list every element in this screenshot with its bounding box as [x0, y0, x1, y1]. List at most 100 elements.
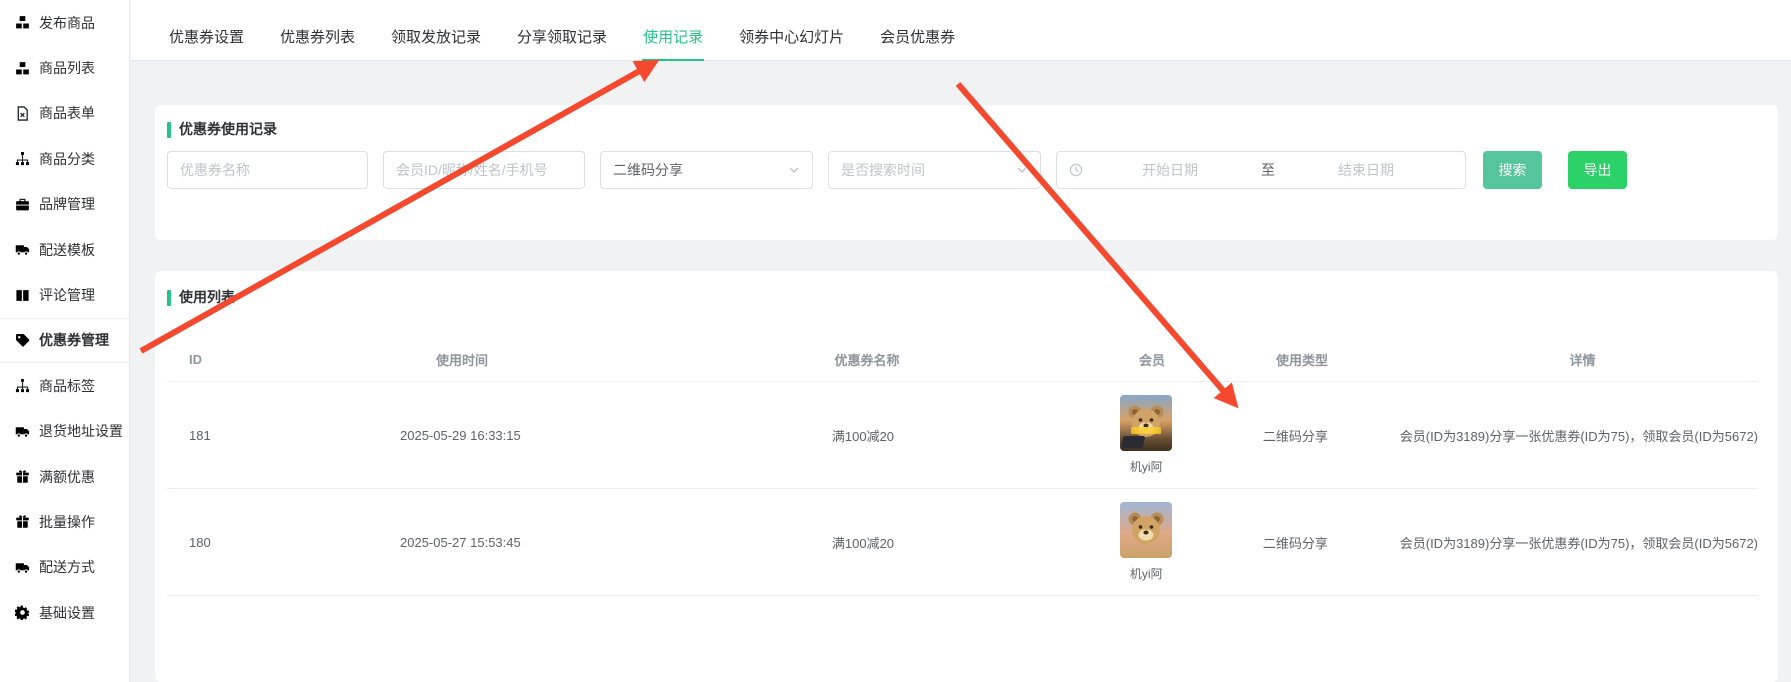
- cell-coupon-name: 满100减20: [624, 533, 1101, 552]
- sidebar: 发布商品 商品列表 商品表单 商品分类 品牌管理 配送模板 评论管理 优惠券管理…: [0, 0, 130, 682]
- start-date-placeholder: 开始日期: [1083, 160, 1257, 180]
- cell-use-time: 2025-05-29 16:33:15: [296, 428, 624, 443]
- search-button[interactable]: 搜索: [1483, 151, 1542, 189]
- clock-icon: [1069, 163, 1083, 177]
- chevron-down-icon: [1016, 164, 1028, 176]
- table-section-title-text: 使用列表: [179, 289, 235, 306]
- cell-detail: 会员(ID为3189)分享一张优惠券(ID为75)，领取会员(ID为5672): [1400, 533, 1758, 552]
- sidebar-item-label: 评论管理: [39, 285, 95, 305]
- tab-1[interactable]: 优惠券列表: [279, 16, 356, 61]
- table-section-title: 使用列表: [167, 289, 1758, 306]
- coupon-admin-app: 发布商品 商品列表 商品表单 商品分类 品牌管理 配送模板 评论管理 优惠券管理…: [0, 0, 1791, 682]
- tab-4[interactable]: 使用记录: [642, 16, 704, 61]
- tab-5[interactable]: 领券中心幻灯片: [738, 16, 845, 61]
- sidebar-item-label: 商品表单: [39, 103, 95, 123]
- gift-icon: [15, 514, 30, 529]
- sidebar-item-4[interactable]: 品牌管理: [0, 182, 129, 227]
- cell-member: 机yi阿: [1102, 502, 1191, 582]
- sitemap-icon: [15, 151, 30, 166]
- gift-icon: [15, 469, 30, 484]
- tab-2[interactable]: 领取发放记录: [390, 16, 482, 61]
- tab-0[interactable]: 优惠券设置: [168, 16, 245, 61]
- cell-use-type: 二维码分享: [1191, 533, 1400, 552]
- table-row: 180 2025-05-27 15:53:45 满100减20 机yi阿 二维码…: [167, 489, 1758, 596]
- column-header-3: 会员: [1107, 350, 1197, 369]
- sidebar-item-13[interactable]: 基础设置: [0, 590, 129, 635]
- member-nickname: 机yi阿: [1130, 458, 1163, 475]
- sidebar-item-0[interactable]: 发布商品: [0, 0, 129, 45]
- sidebar-item-11[interactable]: 批量操作: [0, 499, 129, 544]
- sidebar-item-label: 商品分类: [39, 149, 95, 169]
- chevron-down-icon: [788, 164, 800, 176]
- sidebar-item-label: 商品标签: [39, 376, 95, 396]
- section-title-bar: [167, 122, 171, 138]
- cell-member: 机yi阿: [1102, 395, 1191, 475]
- end-date-placeholder: 结束日期: [1279, 160, 1453, 180]
- file-icon: [15, 106, 30, 121]
- sidebar-item-label: 基础设置: [39, 603, 95, 623]
- sidebar-item-5[interactable]: 配送模板: [0, 227, 129, 272]
- tag-icon: [15, 333, 30, 348]
- column-header-5: 详情: [1407, 350, 1758, 369]
- cell-coupon-name: 满100减20: [624, 426, 1101, 445]
- cubes-icon: [15, 15, 30, 30]
- filter-section-title-text: 优惠券使用记录: [179, 121, 277, 138]
- sidebar-item-label: 品牌管理: [39, 194, 95, 214]
- column-header-4: 使用类型: [1197, 350, 1407, 369]
- cell-use-time: 2025-05-27 15:53:45: [296, 535, 624, 550]
- sidebar-item-3[interactable]: 商品分类: [0, 136, 129, 181]
- sidebar-item-label: 批量操作: [39, 512, 95, 532]
- truck-icon: [15, 560, 30, 575]
- briefcase-icon: [15, 197, 30, 212]
- tab-6[interactable]: 会员优惠券: [879, 16, 956, 61]
- cubes-icon: [15, 61, 30, 76]
- sidebar-item-label: 配送模板: [39, 240, 95, 260]
- filter-row: 二维码分享 是否搜索时间 开始日期 至 结束日期 搜索 导出: [167, 151, 1764, 189]
- export-button[interactable]: 导出: [1568, 151, 1627, 189]
- gear-icon: [15, 605, 30, 620]
- column-header-2: 优惠券名称: [627, 350, 1107, 369]
- coupon-name-input[interactable]: [167, 151, 368, 189]
- member-search-input[interactable]: [383, 151, 585, 189]
- section-title-bar: [167, 290, 171, 306]
- date-to-label: 至: [1257, 160, 1279, 180]
- sitemap-icon: [15, 378, 30, 393]
- member-avatar: [1120, 502, 1172, 558]
- column-header-0: ID: [167, 352, 297, 367]
- sidebar-item-6[interactable]: 评论管理: [0, 272, 129, 317]
- sidebar-item-label: 发布商品: [39, 13, 95, 33]
- cell-id: 181: [167, 428, 296, 443]
- member-nickname: 机yi阿: [1130, 565, 1163, 582]
- usage-list-card: 使用列表 ID使用时间优惠券名称会员使用类型详情 181 2025-05-29 …: [155, 271, 1778, 682]
- truck-icon: [15, 242, 30, 257]
- table-row: 181 2025-05-29 16:33:15 满100减20 机yi阿 二维码…: [167, 382, 1758, 489]
- filter-section-title: 优惠券使用记录: [167, 121, 1764, 138]
- table-body: 181 2025-05-29 16:33:15 满100减20 机yi阿 二维码…: [167, 382, 1758, 596]
- time-search-select[interactable]: 是否搜索时间: [828, 151, 1041, 189]
- sidebar-item-9[interactable]: 退货地址设置: [0, 409, 129, 454]
- column-header-1: 使用时间: [297, 350, 627, 369]
- filter-card: 优惠券使用记录 二维码分享 是否搜索时间 开始日期 至 结束日期 搜索 导出: [155, 105, 1778, 240]
- sidebar-item-7[interactable]: 优惠券管理: [0, 318, 129, 363]
- book-icon: [15, 288, 30, 303]
- sidebar-item-label: 商品列表: [39, 58, 95, 78]
- truck-icon: [15, 424, 30, 439]
- usage-table: ID使用时间优惠券名称会员使用类型详情 181 2025-05-29 16:33…: [167, 338, 1758, 596]
- date-range-picker[interactable]: 开始日期 至 结束日期: [1056, 151, 1466, 189]
- sidebar-item-1[interactable]: 商品列表: [0, 45, 129, 90]
- sidebar-item-12[interactable]: 配送方式: [0, 545, 129, 590]
- cell-detail: 会员(ID为3189)分享一张优惠券(ID为75)，领取会员(ID为5672): [1400, 426, 1758, 445]
- sidebar-item-2[interactable]: 商品表单: [0, 91, 129, 136]
- share-type-select[interactable]: 二维码分享: [600, 151, 813, 189]
- sidebar-item-10[interactable]: 满额优惠: [0, 454, 129, 499]
- time-search-select-placeholder: 是否搜索时间: [841, 160, 925, 180]
- sidebar-item-label: 优惠券管理: [39, 330, 109, 350]
- tab-3[interactable]: 分享领取记录: [516, 16, 608, 61]
- tabs-bar: 优惠券设置 优惠券列表 领取发放记录 分享领取记录 使用记录 领券中心幻灯片 会…: [131, 0, 1791, 61]
- sidebar-item-label: 配送方式: [39, 557, 95, 577]
- cell-id: 180: [167, 535, 296, 550]
- sidebar-item-8[interactable]: 商品标签: [0, 363, 129, 408]
- member-avatar: [1120, 395, 1172, 451]
- share-type-select-value: 二维码分享: [613, 160, 683, 180]
- sidebar-item-label: 退货地址设置: [39, 421, 123, 441]
